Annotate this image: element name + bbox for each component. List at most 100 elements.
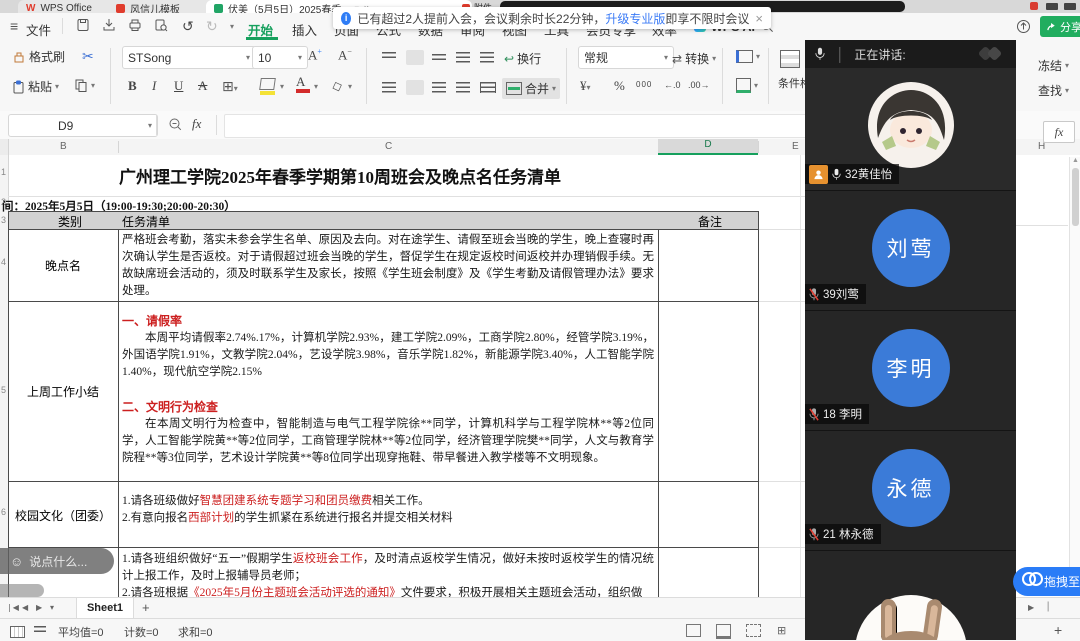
convert-button[interactable]: ⇄ 转换 ▾ xyxy=(672,50,716,67)
participant-tile[interactable] xyxy=(805,551,1016,640)
split-handle-icon[interactable]: ❘ xyxy=(1044,601,1052,612)
mic-icon[interactable] xyxy=(815,47,825,61)
font-color-button[interactable]: A xyxy=(296,76,310,93)
fx-icon[interactable]: fx xyxy=(192,116,201,132)
page-layout-view-icon[interactable] xyxy=(716,624,731,639)
chevron-down-icon: ▾ xyxy=(148,121,152,130)
page-break-view-icon[interactable] xyxy=(746,624,761,637)
chat-overlay-handle[interactable] xyxy=(0,584,44,597)
merge-cells-button[interactable]: 合并 ▾ xyxy=(502,78,560,99)
participant-tile[interactable]: 永德 21 林永德 xyxy=(805,431,1016,551)
percent-button[interactable]: % xyxy=(614,78,625,94)
participant-name-label: 32黄佳怡 xyxy=(805,164,899,184)
sheet-list-icon[interactable]: ▾ xyxy=(50,603,54,612)
decrease-indent-icon[interactable] xyxy=(456,52,470,63)
reading-mode-icon[interactable]: ⊞ xyxy=(777,624,786,637)
zoom-in-button[interactable]: + xyxy=(1054,622,1062,638)
row-column-button[interactable]: ▾ xyxy=(736,78,758,93)
decrease-font-button[interactable]: A− xyxy=(338,47,352,63)
align-middle-icon[interactable] xyxy=(406,50,424,65)
participant-tile[interactable]: 刘莺 39刘莺 xyxy=(805,191,1016,311)
freeze-panes-button[interactable]: 冻结 ▾ xyxy=(1038,57,1069,74)
font-size-select[interactable]: 10 ▾ xyxy=(252,46,308,69)
cell-reference-box[interactable]: D9 ▾ xyxy=(8,114,158,137)
meeting-drag-button[interactable]: 拖拽至 xyxy=(1013,567,1080,596)
print-preview-icon[interactable] xyxy=(154,18,168,35)
save-icon[interactable] xyxy=(76,18,90,35)
borders-button[interactable]: ⊞▾ xyxy=(222,78,238,95)
font-name-select[interactable]: STSong ▾ xyxy=(122,46,256,69)
fill-color-button[interactable] xyxy=(260,78,275,95)
header-remarks: 备注 xyxy=(698,213,722,230)
strikethrough-button[interactable]: A xyxy=(198,78,207,94)
cloud-upload-icon[interactable] xyxy=(1016,19,1031,37)
active-speaker-icon xyxy=(809,165,828,184)
format-painter-button[interactable]: 格式刷 xyxy=(12,48,65,65)
align-right-icon[interactable] xyxy=(432,82,446,93)
scroll-up-arrow[interactable]: ▲ xyxy=(1070,157,1080,164)
distributed-icon[interactable] xyxy=(480,82,496,93)
increase-font-button[interactable]: A+ xyxy=(308,47,322,63)
increase-indent-icon[interactable] xyxy=(480,52,494,63)
list-icon[interactable] xyxy=(34,626,46,635)
close-icon[interactable]: × xyxy=(755,11,763,26)
record-icon[interactable] xyxy=(1030,2,1038,10)
column-header-b[interactable]: B xyxy=(60,141,67,152)
menu-file[interactable]: 文件 xyxy=(26,20,51,39)
prev-sheet-icon[interactable]: ◀ xyxy=(22,603,28,612)
justify-icon[interactable] xyxy=(456,82,470,93)
window-controls-icon[interactable] xyxy=(1046,3,1058,10)
normal-view-icon[interactable] xyxy=(686,624,701,637)
currency-button[interactable]: ¥▾ xyxy=(580,78,591,94)
participant-tile[interactable]: 32黄佳怡 xyxy=(805,68,1016,191)
vertical-scrollbar[interactable]: ▲ xyxy=(1069,157,1080,595)
thousands-separator-button[interactable]: 000 xyxy=(636,80,652,89)
upgrade-link[interactable]: 升级专业版 xyxy=(605,12,665,26)
export-icon[interactable] xyxy=(102,18,116,35)
column-header-e[interactable]: E xyxy=(792,141,799,152)
number-format-select[interactable]: 常规 ▾ xyxy=(578,46,674,69)
ribbon-tab-insert[interactable]: 插入 xyxy=(292,20,317,39)
decrease-decimal-button[interactable]: .00→ xyxy=(688,80,710,90)
chat-input-pill[interactable]: ☺ 说点什么... xyxy=(0,548,114,574)
align-center-icon[interactable] xyxy=(406,80,424,95)
zoom-formula-icon[interactable] xyxy=(168,117,182,136)
underline-button[interactable]: U xyxy=(174,78,183,94)
align-left-icon[interactable] xyxy=(382,82,396,93)
chevron-down-icon[interactable]: ▾ xyxy=(230,22,234,31)
cut-icon[interactable]: ✂ xyxy=(82,48,94,65)
share-button[interactable]: 分享 xyxy=(1040,16,1080,37)
chevron-down-icon: ▾ xyxy=(1065,86,1069,95)
participant-tile[interactable]: 李明 18 李明 xyxy=(805,311,1016,431)
column-header-d-selected[interactable]: D xyxy=(658,139,758,155)
align-bottom-icon[interactable] xyxy=(432,54,446,62)
italic-button[interactable]: I xyxy=(152,78,156,94)
print-icon[interactable] xyxy=(128,18,142,35)
bold-button[interactable]: B xyxy=(128,78,137,94)
copy-button[interactable]: ▾ xyxy=(74,78,95,92)
align-top-icon[interactable] xyxy=(382,52,396,60)
formula-input[interactable] xyxy=(224,114,816,138)
sheet-tab-active[interactable]: Sheet1 xyxy=(76,598,134,618)
wrap-text-button[interactable]: ↩ 换行 xyxy=(504,50,541,67)
add-sheet-button[interactable]: + xyxy=(142,600,150,615)
first-sheet-icon[interactable]: ❘◀ xyxy=(6,603,19,612)
scrollbar-thumb[interactable] xyxy=(1072,168,1079,226)
window-menu-icon[interactable] xyxy=(1064,3,1076,10)
insert-cells-button[interactable]: ▾ xyxy=(736,50,760,63)
increase-decimal-button[interactable]: ←.0 xyxy=(664,80,681,90)
find-button[interactable]: 查找 ▾ xyxy=(1038,82,1069,99)
column-header-c[interactable]: C xyxy=(385,141,392,152)
meeting-panel[interactable]: ❘ 正在讲话: 32黄佳怡 刘莺 xyxy=(805,40,1016,640)
paste-button[interactable]: 粘贴 ▾ xyxy=(12,78,59,95)
next-sheet-icon[interactable]: ▶ xyxy=(36,603,42,612)
undo-icon[interactable]: ↺ xyxy=(182,18,194,35)
insert-function-button[interactable]: fx xyxy=(1043,121,1075,143)
hamburger-icon[interactable]: ≡ xyxy=(10,18,18,34)
eraser-icon[interactable]: ◇ xyxy=(330,77,345,95)
select-all-corner[interactable] xyxy=(0,139,9,155)
conditional-format-button[interactable]: 条件格 xyxy=(778,48,805,92)
redo-icon[interactable]: ↻ xyxy=(206,18,218,35)
cell-mode-icon[interactable] xyxy=(10,626,25,638)
scroll-right-icon[interactable]: ▶ xyxy=(1028,603,1034,612)
